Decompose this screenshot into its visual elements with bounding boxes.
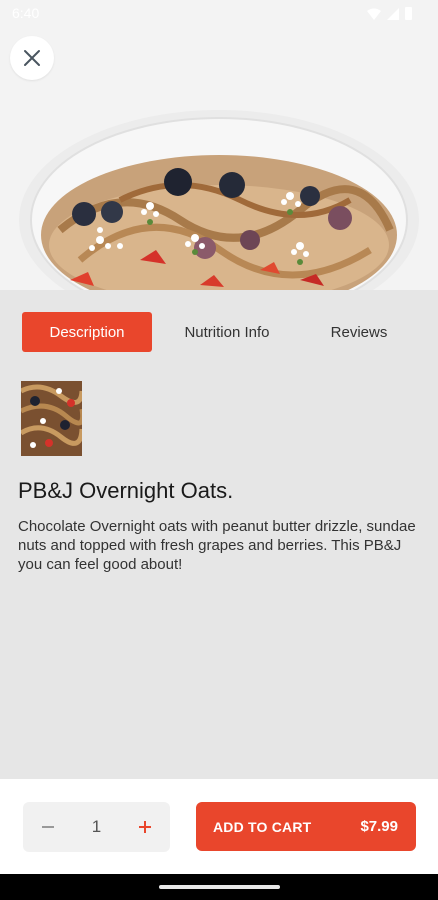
add-to-cart-button[interactable]: ADD TO CART $7.99 <box>196 802 416 851</box>
quantity-value: 1 <box>91 817 102 836</box>
close-icon <box>24 50 40 66</box>
battery-icon <box>405 7 412 20</box>
tab-nutrition-info[interactable]: Nutrition Info <box>152 312 302 352</box>
product-tabs: Description Nutrition Info Reviews <box>22 312 416 352</box>
product-hero-image <box>0 0 438 290</box>
product-title: PB&J Overnight Oats. <box>18 478 234 503</box>
tab-description[interactable]: Description <box>22 312 152 352</box>
status-time: 6:40 <box>12 5 40 21</box>
system-nav-bar <box>0 874 438 900</box>
price: $7.99 <box>360 818 398 835</box>
minus-icon <box>42 826 54 828</box>
add-to-cart-label: ADD TO CART <box>213 818 312 835</box>
oats-bowl-illustration <box>19 110 419 290</box>
tab-reviews[interactable]: Reviews <box>302 312 416 352</box>
home-indicator[interactable] <box>159 885 280 889</box>
decrement-button[interactable] <box>39 818 57 836</box>
increment-button[interactable] <box>136 818 154 836</box>
product-description: Chocolate Overnight oats with peanut but… <box>18 518 416 573</box>
signal-icon <box>387 7 399 20</box>
product-thumbnail[interactable] <box>21 381 82 456</box>
plus-icon <box>139 821 151 833</box>
quantity-stepper: 1 <box>23 802 170 852</box>
status-bar: 6:40 <box>0 0 438 28</box>
status-icons <box>367 7 412 20</box>
wifi-icon <box>367 8 381 20</box>
cart-bar: 1 ADD TO CART $7.99 <box>0 779 438 874</box>
close-button[interactable] <box>10 36 54 80</box>
